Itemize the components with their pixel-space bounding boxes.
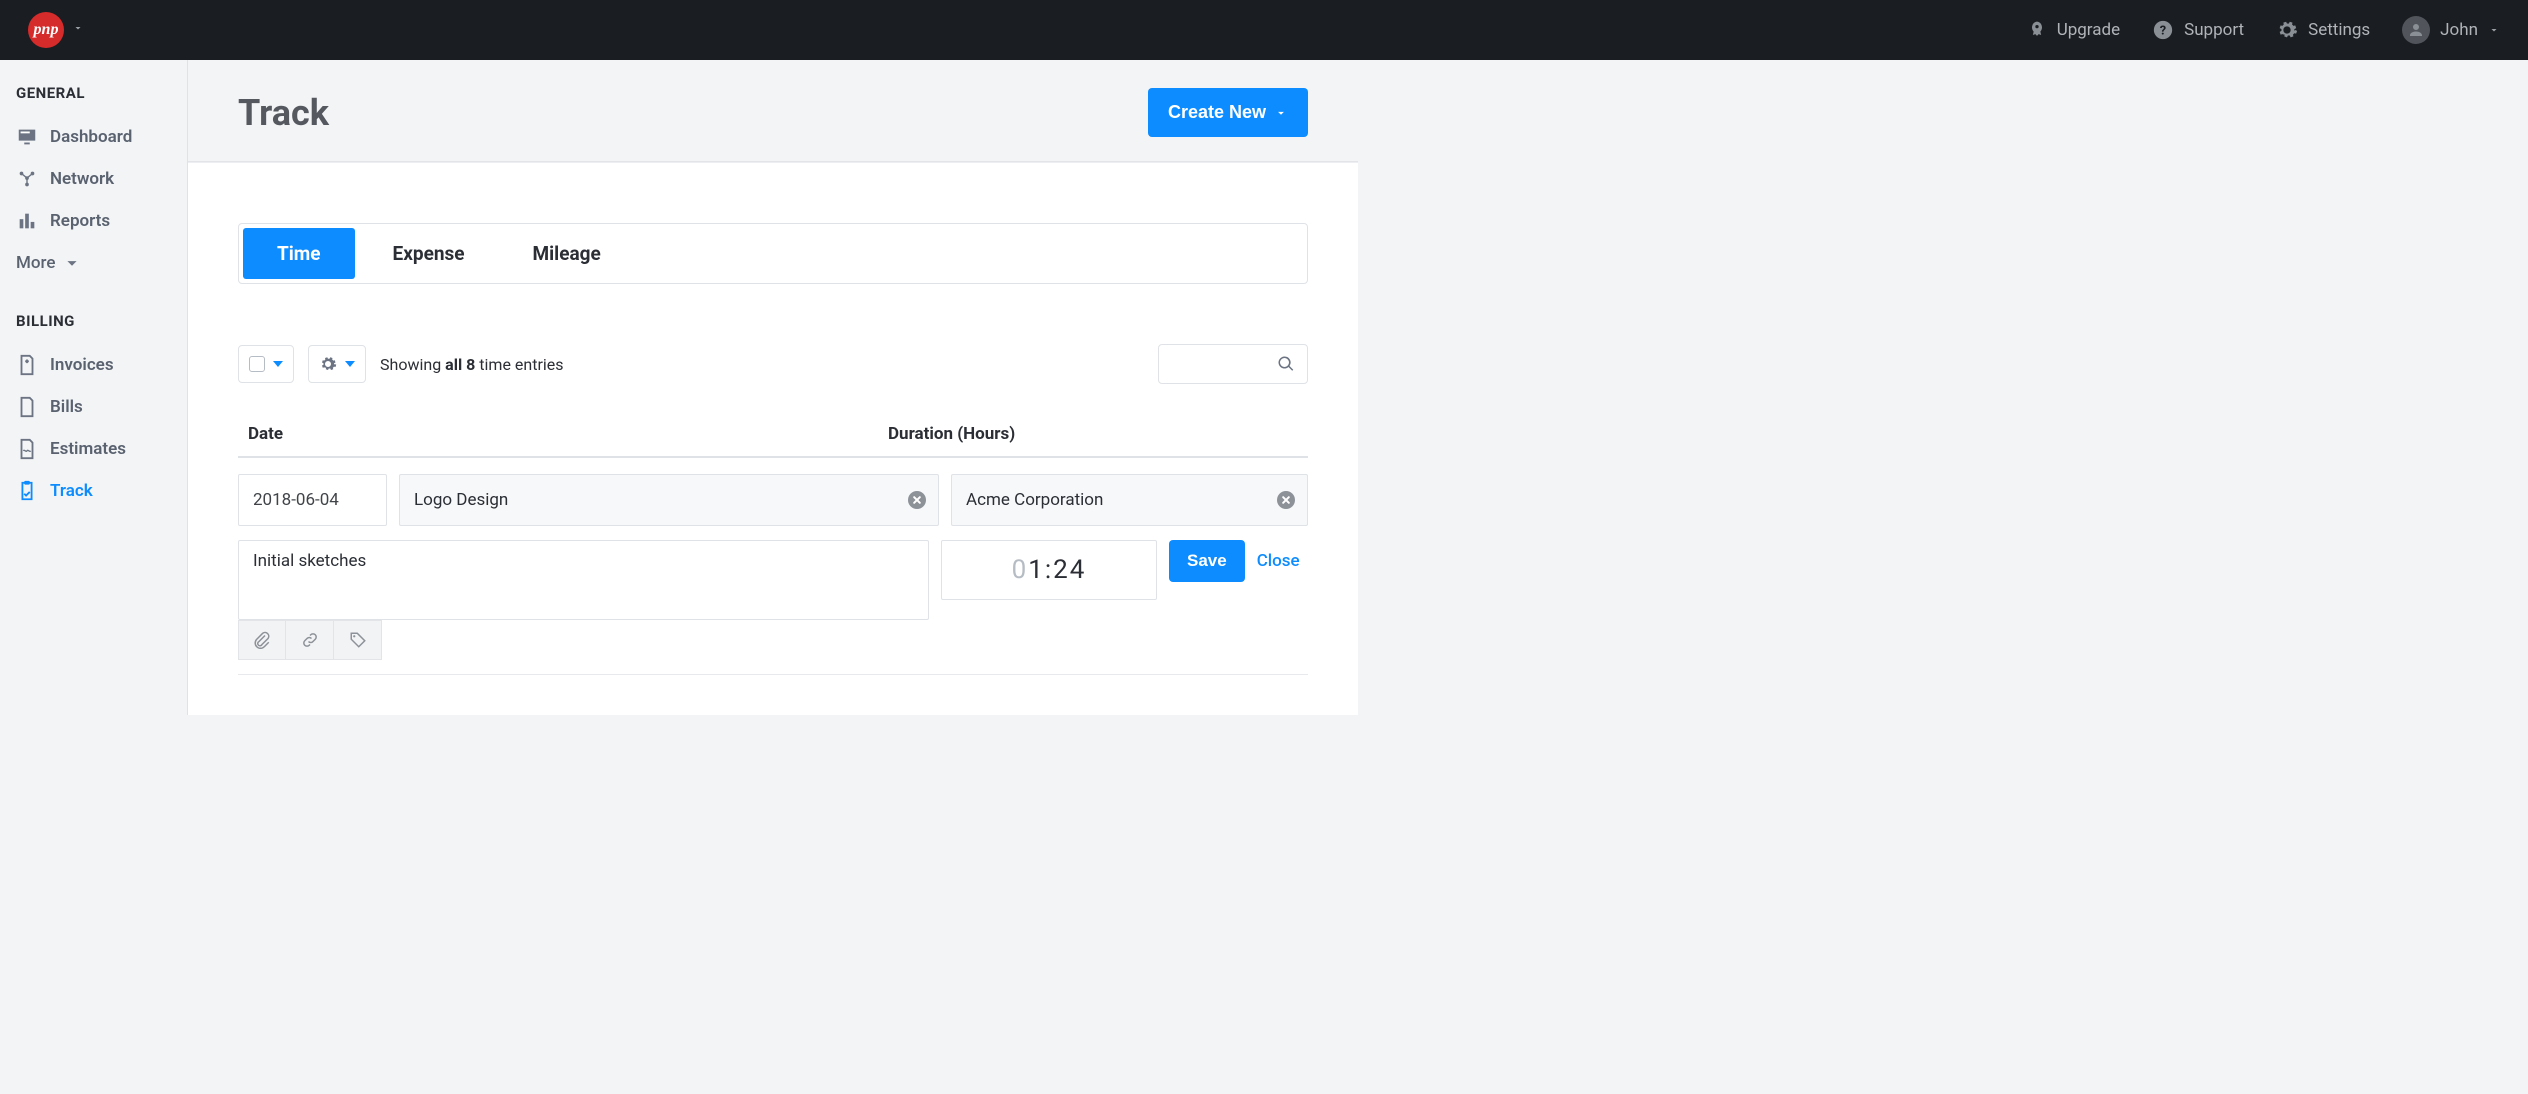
sidebar-label: More — [16, 253, 55, 273]
create-new-button[interactable]: Create New — [1148, 88, 1308, 137]
sidebar-label: Invoices — [50, 355, 114, 375]
help-icon: ? — [2152, 19, 2174, 41]
content: Time Expense Mileage Showing all 8 time … — [188, 162, 1358, 715]
main: Track Create New Time Expense Mileage — [187, 60, 1358, 715]
sidebar-item-track[interactable]: Track — [16, 470, 171, 512]
sidebar-item-invoices[interactable]: Invoices — [16, 344, 171, 386]
checkbox-icon — [249, 356, 265, 372]
topbar-left: pnp — [28, 12, 84, 48]
list-status-text: Showing all 8 time entries — [380, 355, 564, 374]
clear-client-icon[interactable] — [1277, 491, 1295, 509]
user-menu[interactable]: John — [2402, 16, 2500, 44]
support-link[interactable]: ? Support — [2152, 19, 2244, 41]
gear-icon — [319, 355, 337, 373]
clear-project-icon[interactable] — [908, 491, 926, 509]
caret-down-icon — [273, 361, 283, 367]
save-button[interactable]: Save — [1169, 540, 1245, 582]
create-new-label: Create New — [1168, 102, 1266, 123]
sidebar-item-more[interactable]: More — [16, 242, 171, 284]
tab-time[interactable]: Time — [243, 228, 355, 279]
sidebar-label: Reports — [50, 211, 110, 231]
project-input[interactable]: Logo Design — [399, 474, 939, 526]
file-icon — [16, 396, 38, 418]
brand-logo[interactable]: pnp — [28, 12, 64, 48]
search-input[interactable] — [1158, 344, 1308, 384]
track-tabs: Time Expense Mileage — [238, 223, 1308, 284]
tab-expense[interactable]: Expense — [359, 224, 499, 283]
sidebar-section-general: GENERAL — [16, 84, 171, 102]
client-input[interactable]: Acme Corporation — [951, 474, 1308, 526]
list-toolbar: Showing all 8 time entries — [238, 344, 1308, 384]
sidebar-section-billing: BILLING — [16, 312, 171, 330]
sidebar-label: Bills — [50, 397, 83, 417]
network-icon — [16, 168, 38, 190]
date-input[interactable]: 2018-06-04 — [238, 474, 387, 526]
support-label: Support — [2184, 20, 2244, 40]
file-plus-icon — [16, 354, 38, 376]
right-gutter — [1358, 60, 2528, 715]
page-title: Track — [238, 92, 329, 134]
upgrade-label: Upgrade — [2057, 20, 2120, 40]
topbar: pnp Upgrade ? Support Settings John — [0, 0, 2528, 60]
entry-divider — [238, 674, 1308, 675]
notes-input[interactable]: Initial sketches — [238, 540, 929, 620]
chevron-down-icon — [61, 252, 83, 274]
caret-down-icon — [345, 361, 355, 367]
bar-chart-icon — [16, 210, 38, 232]
attach-file-button[interactable] — [238, 620, 286, 660]
duration-input[interactable]: 01:24 — [941, 540, 1157, 600]
select-all-dropdown[interactable] — [238, 345, 294, 383]
paperclip-icon — [253, 631, 271, 649]
sidebar: GENERAL Dashboard Network Reports More B… — [0, 60, 187, 715]
gear-icon — [2276, 19, 2298, 41]
rocket-icon — [2027, 20, 2047, 40]
attach-link-button[interactable] — [286, 620, 334, 660]
tab-mileage[interactable]: Mileage — [499, 224, 635, 283]
column-duration: Duration (Hours) — [888, 424, 1298, 444]
sidebar-item-dashboard[interactable]: Dashboard — [16, 116, 171, 158]
page-header: Track Create New — [188, 60, 1358, 162]
svg-text:?: ? — [2160, 24, 2166, 39]
tag-icon — [349, 631, 367, 649]
monitor-icon — [16, 126, 38, 148]
settings-label: Settings — [2308, 20, 2370, 40]
sidebar-item-reports[interactable]: Reports — [16, 200, 171, 242]
time-entry-editor: 2018-06-04 Logo Design Acme Corporation — [238, 458, 1308, 675]
sidebar-label: Network — [50, 169, 114, 189]
list-headers: Date Duration (Hours) — [238, 424, 1308, 458]
avatar-icon — [2402, 16, 2430, 44]
chevron-down-icon — [2488, 24, 2500, 36]
sidebar-label: Dashboard — [50, 127, 132, 147]
user-name: John — [2440, 20, 2478, 40]
settings-link[interactable]: Settings — [2276, 19, 2370, 41]
column-date: Date — [248, 424, 888, 444]
sidebar-item-network[interactable]: Network — [16, 158, 171, 200]
close-link[interactable]: Close — [1257, 540, 1300, 582]
link-icon — [301, 631, 319, 649]
search-icon — [1277, 355, 1295, 373]
chevron-down-icon — [1274, 106, 1288, 120]
attach-tag-button[interactable] — [334, 620, 382, 660]
attachment-toolbar — [238, 620, 929, 660]
sidebar-item-estimates[interactable]: Estimates — [16, 428, 171, 470]
sidebar-item-bills[interactable]: Bills — [16, 386, 171, 428]
file-wave-icon — [16, 438, 38, 460]
clipboard-check-icon — [16, 480, 38, 502]
sidebar-label: Estimates — [50, 439, 126, 459]
upgrade-link[interactable]: Upgrade — [2027, 20, 2120, 40]
brand-menu-caret[interactable] — [72, 22, 84, 38]
topbar-right: Upgrade ? Support Settings John — [2027, 16, 2500, 44]
sidebar-label: Track — [50, 481, 93, 501]
bulk-actions-dropdown[interactable] — [308, 345, 366, 383]
